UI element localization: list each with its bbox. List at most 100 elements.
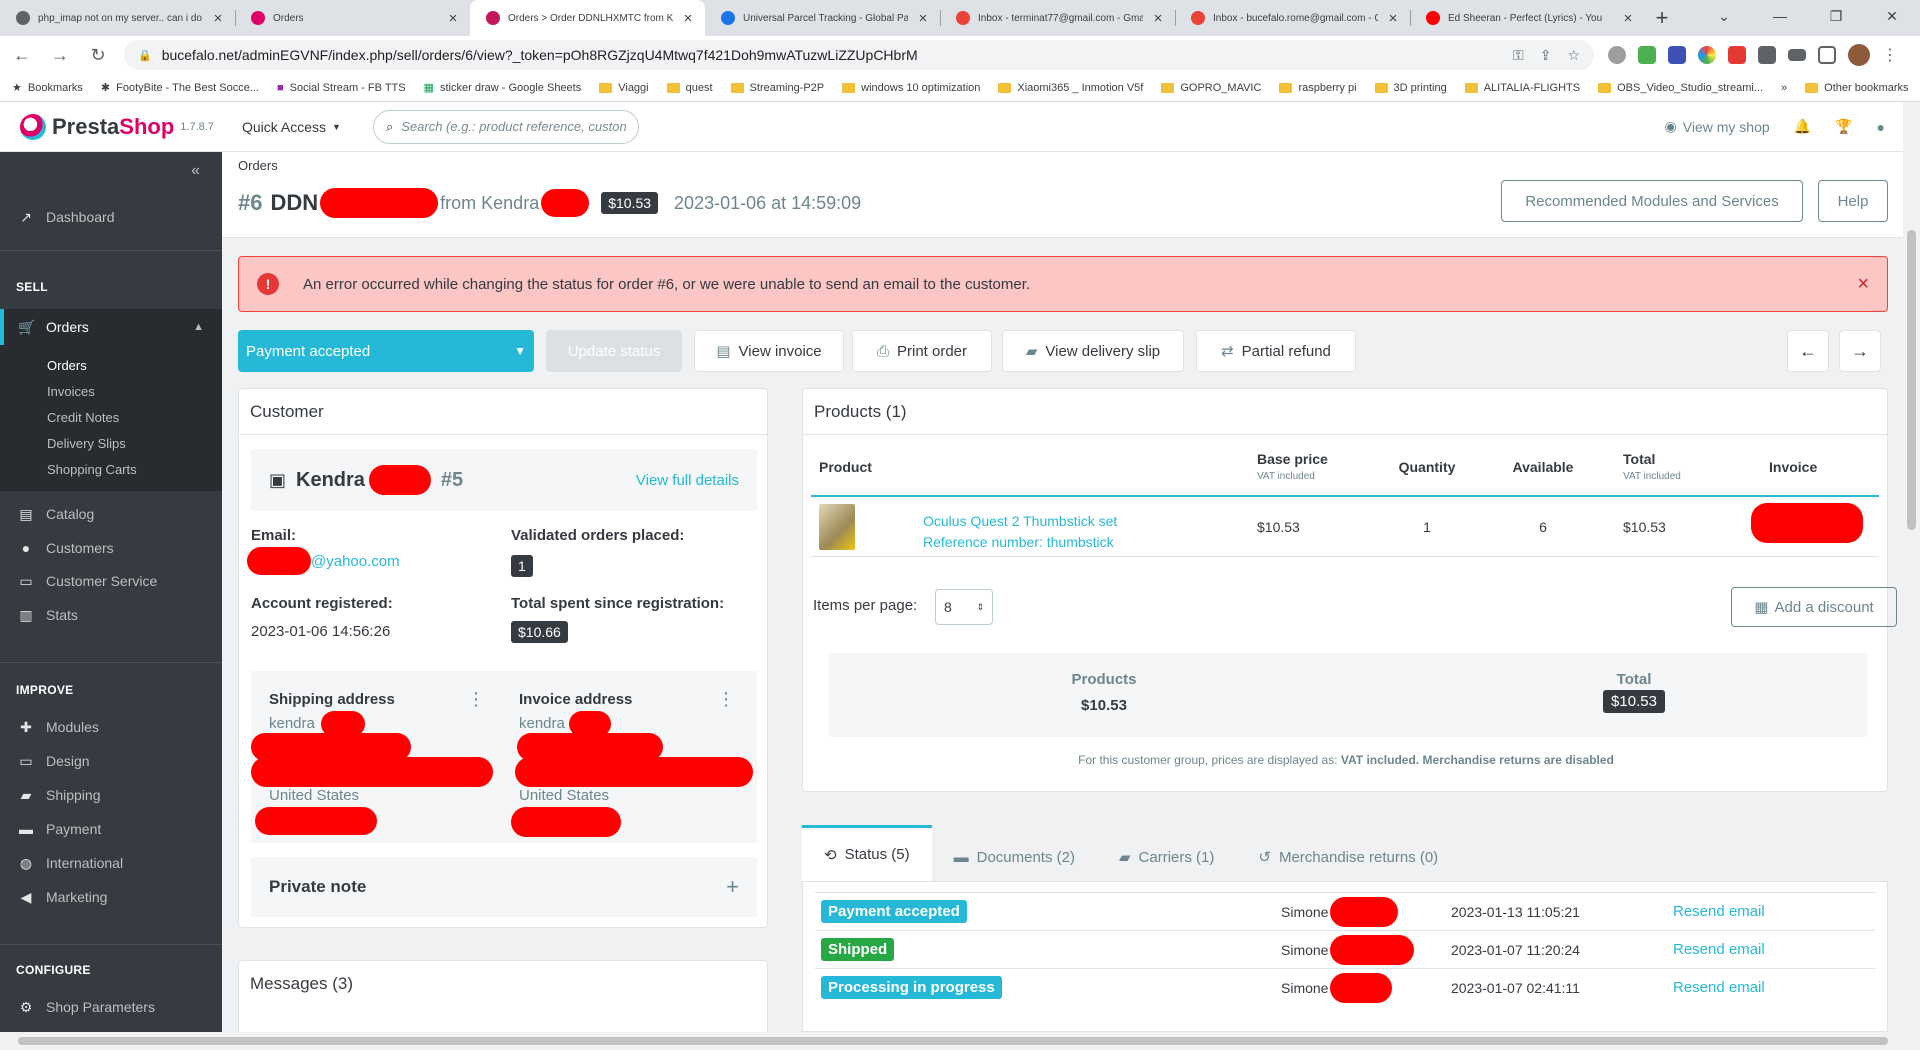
items-per-page-select[interactable]: 8 ⇕ [935, 589, 993, 625]
tab-documents[interactable]: ▬ Documents (2) [932, 833, 1097, 881]
bookmark-folder[interactable]: Xiaomi365 _ Inmotion V5f [998, 82, 1143, 94]
partial-refund-button[interactable]: ⇄ Partial refund [1196, 330, 1356, 372]
share-icon[interactable]: ⇪ [1540, 47, 1552, 64]
search-input[interactable]: ⌕ Search (e.g.: product reference, custo… [372, 109, 639, 144]
profile-avatar[interactable] [1848, 44, 1870, 66]
browser-tab[interactable]: Orders × [235, 0, 470, 36]
submenu-invoices[interactable]: Invoices [0, 379, 222, 405]
sidebar-item-shipping[interactable]: ▰ Shipping [0, 780, 222, 810]
view-my-shop-link[interactable]: ◉ View my shop [1665, 118, 1770, 135]
sidebar-item-payment[interactable]: ▬ Payment [0, 814, 222, 844]
extension-icon[interactable] [1638, 46, 1656, 64]
browser-tab[interactable]: Ed Sheeran - Perfect (Lyrics) - You × [1410, 0, 1645, 36]
browser-tab[interactable]: Inbox - bucefalo.rome@gmail.com - G × [1175, 0, 1410, 36]
bookmark-folder[interactable]: OBS_Video_Studio_streami... [1598, 82, 1763, 94]
submenu-shopping-carts[interactable]: Shopping Carts [0, 457, 222, 483]
adblock-extension-icon[interactable] [1608, 46, 1626, 64]
resend-email-link[interactable]: Resend email [1673, 941, 1765, 958]
reading-list-icon[interactable] [1788, 49, 1806, 61]
tab-carriers[interactable]: ▰ Carriers (1) [1097, 833, 1236, 881]
quick-access-dropdown[interactable]: Quick Access ▼ [242, 119, 341, 135]
horizontal-scrollbar[interactable] [0, 1032, 1920, 1050]
extension-icon[interactable] [1728, 46, 1746, 64]
new-tab-icon[interactable]: + [1645, 0, 1679, 36]
close-tab-icon[interactable]: × [211, 10, 225, 27]
view-full-details-link[interactable]: View full details [636, 472, 739, 489]
other-bookmarks[interactable]: Other bookmarks [1805, 82, 1909, 94]
trophy-icon[interactable]: 🏆 [1835, 118, 1852, 135]
bookmark-folder[interactable]: GOPRO_MAVIC [1161, 82, 1261, 94]
close-tab-icon[interactable]: × [446, 10, 460, 27]
resend-email-link[interactable]: Resend email [1673, 979, 1765, 996]
address-bar[interactable]: 🔒 bucefalo.net/adminEGVNF/index.php/sell… [124, 40, 1594, 70]
forward-icon[interactable]: → [48, 45, 72, 66]
sidebar-item-shop-parameters[interactable]: ⚙ Shop Parameters [0, 992, 222, 1022]
help-button[interactable]: Help [1818, 180, 1888, 222]
bookmark-folder[interactable]: windows 10 optimization [842, 82, 980, 94]
back-icon[interactable]: ← [10, 45, 34, 66]
scrollbar-thumb[interactable] [18, 1037, 1888, 1045]
sidebar-item-stats[interactable]: ▥ Stats [0, 600, 222, 630]
browser-tab-active[interactable]: Orders > Order DDNLHXMTC from Ken × [470, 0, 705, 36]
side-panel-icon[interactable] [1818, 46, 1836, 64]
puzzle-icon[interactable] [1758, 46, 1776, 64]
collapse-sidebar-icon[interactable]: « [191, 162, 200, 180]
scrollbar-thumb[interactable] [1907, 230, 1916, 530]
sidebar-item-international[interactable]: ◍ International [0, 848, 222, 878]
prestashop-logo[interactable]: PrestaShop 1.7.8.7 [0, 113, 242, 140]
recommended-modules-button[interactable]: Recommended Modules and Services [1501, 180, 1803, 222]
more-vertical-icon[interactable]: ⋮ [717, 689, 735, 710]
key-icon[interactable]: ⚿ [1513, 47, 1524, 64]
add-discount-button[interactable]: ▦ Add a discount [1731, 587, 1897, 627]
employee-account-icon[interactable]: ● [1877, 119, 1885, 135]
more-bookmarks-icon[interactable]: » [1781, 82, 1787, 94]
vertical-scrollbar[interactable] [1903, 102, 1920, 1032]
close-tab-icon[interactable]: × [916, 10, 930, 27]
chrome-menu-icon[interactable]: ⋮ [1882, 45, 1898, 65]
sidebar-item-design[interactable]: ▭ Design [0, 746, 222, 776]
view-invoice-button[interactable]: ▤ View invoice [694, 330, 844, 372]
notifications-bell-icon[interactable]: 🔔 [1794, 118, 1811, 135]
bookmark-folder[interactable]: 3D printing [1374, 82, 1447, 94]
print-order-button[interactable]: ⎙ Print order [852, 330, 992, 372]
tab-search-icon[interactable]: ⌄ [1696, 0, 1752, 32]
bookmark-item[interactable]: ✱ FootyBite - The Best Socce... [101, 81, 259, 95]
bookmark-item[interactable]: ★ Bookmarks [12, 81, 83, 95]
browser-tab[interactable]: Inbox - terminat77@gmail.com - Gmail × [940, 0, 1175, 36]
product-thumbnail[interactable] [819, 504, 855, 550]
close-tab-icon[interactable]: × [1151, 10, 1165, 27]
plus-icon[interactable]: + [726, 874, 739, 900]
minimize-icon[interactable]: — [1752, 0, 1808, 32]
sidebar-item-dashboard[interactable]: ↗ Dashboard [0, 202, 222, 232]
bookmark-folder[interactable]: quest [666, 82, 713, 94]
close-tab-icon[interactable]: × [681, 10, 695, 27]
next-order-button[interactable]: → [1839, 330, 1881, 372]
bookmark-folder[interactable]: Streaming-P2P [730, 82, 824, 94]
order-status-select[interactable]: Payment accepted ▼ [238, 330, 534, 372]
more-vertical-icon[interactable]: ⋮ [467, 689, 485, 710]
resend-email-link[interactable]: Resend email [1673, 903, 1765, 920]
submenu-delivery-slips[interactable]: Delivery Slips [0, 431, 222, 457]
sidebar-item-modules[interactable]: ✚ Modules [0, 712, 222, 742]
breadcrumb[interactable]: Orders [238, 158, 278, 173]
browser-tab[interactable]: Universal Parcel Tracking - Global Pack × [705, 0, 940, 36]
update-status-button[interactable]: Update status [546, 330, 682, 372]
bookmark-item[interactable]: ▦ sticker draw - Google Sheets [424, 81, 582, 95]
bookmark-folder[interactable]: raspberry pi [1279, 82, 1357, 94]
url-text[interactable]: bucefalo.net/adminEGVNF/index.php/sell/o… [162, 47, 1503, 63]
tab-merchandise-returns[interactable]: ↺ Merchandise returns (0) [1236, 833, 1460, 881]
close-icon[interactable]: × [1857, 273, 1869, 296]
extension-icon[interactable] [1668, 46, 1686, 64]
sidebar-item-marketing[interactable]: ◀ Marketing [0, 882, 222, 912]
close-tab-icon[interactable]: × [1386, 10, 1400, 27]
view-delivery-slip-button[interactable]: ▰ View delivery slip [1002, 330, 1184, 372]
close-window-icon[interactable]: ✕ [1864, 0, 1920, 32]
tab-status[interactable]: ⟲ Status (5) [802, 825, 932, 881]
bookmark-folder[interactable]: ALITALIA-FLIGHTS [1464, 82, 1580, 94]
submenu-orders[interactable]: Orders [0, 353, 222, 379]
reload-icon[interactable]: ↻ [86, 45, 110, 66]
extension-icon[interactable] [1698, 46, 1716, 64]
previous-order-button[interactable]: ← [1787, 330, 1829, 372]
product-link[interactable]: Oculus Quest 2 Thumbstick set Reference n… [923, 511, 1117, 553]
submenu-credit-notes[interactable]: Credit Notes [0, 405, 222, 431]
